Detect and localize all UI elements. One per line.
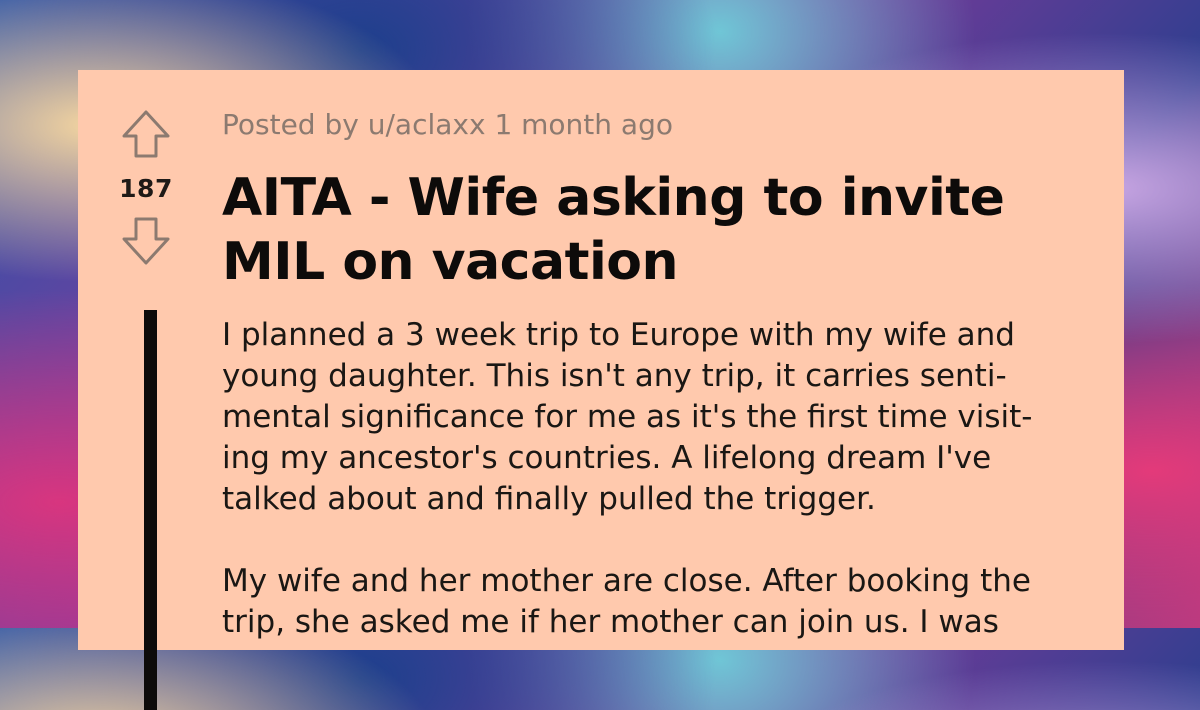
arrow-down-icon[interactable] [118,213,174,269]
thread-line[interactable] [144,310,157,710]
post-card: 187 Posted by u/aclaxx 1 month ago AITA … [78,70,1124,710]
post-meta: Posted by u/aclaxx 1 month ago [222,108,673,141]
vote-score: 187 [119,174,173,203]
post-title[interactable]: AITA - Wife asking to invite MIL on vaca… [222,166,1102,294]
post-body: I planned a 3 week trip to Europe with m… [222,315,1092,684]
vote-column: 187 [118,106,174,269]
post-paragraph: My wife and her mother are close. After … [222,563,1031,640]
arrow-up-icon[interactable] [118,106,174,162]
post-paragraph: I planned a 3 week trip to Europe with m… [222,317,1033,517]
